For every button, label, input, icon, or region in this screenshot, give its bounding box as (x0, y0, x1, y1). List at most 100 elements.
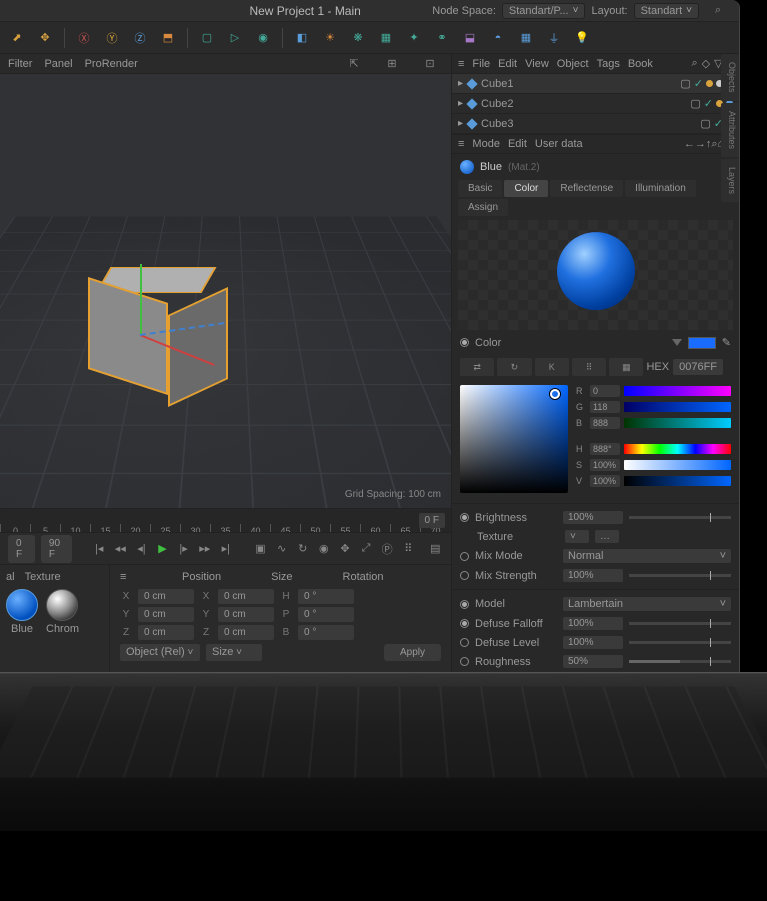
hamburger2-icon[interactable]: ≡ (458, 138, 464, 150)
s-slider[interactable] (624, 460, 731, 470)
tab-illumination[interactable]: Illumination (625, 180, 696, 197)
vp-opt3-icon[interactable]: ⊡ (417, 51, 443, 77)
play-button-icon[interactable]: ▶ (155, 539, 170, 559)
menu-panel[interactable]: Panel (44, 58, 72, 70)
axis-y-icon[interactable]: Ⓨ (99, 25, 125, 51)
b-slider[interactable] (624, 418, 731, 428)
goto-end-icon[interactable]: ▸| (218, 539, 233, 559)
prim-tag-icon[interactable]: ◓ (485, 25, 511, 51)
mixstr-radio[interactable] (460, 571, 469, 580)
material-blue[interactable]: Blue (6, 589, 38, 635)
tab-color[interactable]: Color (504, 180, 548, 197)
cmode5-icon[interactable]: ▦ (609, 358, 643, 376)
h-input[interactable]: 888° (590, 443, 620, 455)
roughness-input[interactable]: 50% (563, 655, 623, 668)
tab-basic[interactable]: Basic (458, 180, 502, 197)
rm-book[interactable]: Book (628, 58, 653, 70)
mixmode-radio[interactable] (460, 552, 469, 561)
am-userdata[interactable]: User data (535, 138, 583, 150)
falloff-slider[interactable] (629, 622, 731, 625)
hex-input[interactable]: 0076FF (673, 359, 723, 375)
size-mode-dropdown[interactable]: Size ˅ (206, 644, 262, 661)
frame-start-input[interactable]: 0 F (8, 535, 35, 563)
color-tri-icon[interactable] (672, 339, 682, 346)
cmode2-icon[interactable]: ↻ (497, 358, 531, 376)
prim-array-icon[interactable]: ▦ (373, 25, 399, 51)
eyedropper-icon[interactable]: ✎ (722, 336, 731, 349)
menu-prorender[interactable]: ProRender (85, 58, 138, 70)
falloff-input[interactable]: 100% (563, 617, 623, 630)
dlevel-slider[interactable] (629, 641, 731, 644)
search-icon[interactable]: ⌕ (691, 57, 697, 70)
object-cube2[interactable]: ▸ Cube2▢✓ (452, 94, 739, 114)
viewport-3d[interactable]: Grid Spacing: 100 cm (0, 74, 451, 508)
pos-x-input[interactable]: 0 cm (138, 589, 194, 604)
sidetab-attributes[interactable]: Attributes (721, 103, 739, 157)
prim-link-icon[interactable]: ⚭ (429, 25, 455, 51)
v-input[interactable]: 100% (590, 475, 620, 487)
prim-light-icon[interactable]: ☀ (317, 25, 343, 51)
prim-split-icon[interactable]: ⬓ (457, 25, 483, 51)
autokey-icon[interactable]: ∿ (274, 539, 289, 559)
r-input[interactable]: 0 (590, 385, 620, 397)
next-key-icon[interactable]: ▸▸ (197, 539, 212, 559)
nav-fwd-icon[interactable]: → (695, 138, 706, 150)
rm-object[interactable]: Object (557, 58, 589, 70)
object-rel-dropdown[interactable]: Object (Rel) ˅ (120, 644, 200, 661)
sidetab-layers[interactable]: Layers (721, 159, 739, 202)
nodespace-dropdown[interactable]: Standart/P... ˅ (502, 3, 586, 19)
mat-tab-texture[interactable]: Texture (25, 571, 61, 583)
prim-cube-icon[interactable]: ◧ (289, 25, 315, 51)
size-z-input[interactable]: 0 cm (218, 625, 274, 640)
key-pos-icon[interactable]: ✥ (337, 539, 352, 559)
object-cube3[interactable]: ▸ Cube3▢✓ (452, 114, 739, 134)
timeline-ruler[interactable]: 05 1015 2025 3035 4045 5055 6065 70 0 F (0, 508, 451, 532)
object-cube1[interactable]: ▸ Cube1▢✓ (452, 74, 739, 94)
loop-icon[interactable]: ↻ (295, 539, 310, 559)
key-all-icon[interactable]: ◉ (316, 539, 331, 559)
prev-key-icon[interactable]: ◂◂ (113, 539, 128, 559)
frame-end-input[interactable]: 90 F (41, 535, 72, 563)
apply-button[interactable]: Apply (384, 644, 441, 661)
cmode1-icon[interactable]: ⇄ (460, 358, 494, 376)
vp-opt2-icon[interactable]: ⊞ (379, 51, 405, 77)
prim-grid-icon[interactable]: ▦ (513, 25, 539, 51)
gizmo-icon[interactable]: ⬒ (155, 25, 181, 51)
tab-reflectense[interactable]: Reflectense (550, 180, 623, 197)
cmode3-icon[interactable]: K (535, 358, 569, 376)
h-slider[interactable] (624, 444, 731, 454)
mixstr-input[interactable]: 100% (563, 569, 623, 582)
tool-move-icon[interactable]: ✥ (32, 25, 58, 51)
prim-bulb-icon[interactable]: 💡 (569, 25, 595, 51)
play-back-icon[interactable]: ▢ (194, 25, 220, 51)
g-input[interactable]: 118 (590, 401, 620, 413)
next-frame-icon[interactable]: |▸ (176, 539, 191, 559)
pos-y-input[interactable]: 0 cm (138, 607, 194, 622)
mat-tab-al[interactable]: al (6, 571, 15, 583)
am-edit[interactable]: Edit (508, 138, 527, 150)
texture-opts[interactable]: … (595, 530, 619, 543)
material-chrom[interactable]: Chrom (46, 589, 79, 635)
v-slider[interactable] (624, 476, 731, 486)
pos-z-input[interactable]: 0 cm (138, 625, 194, 640)
mixstr-slider[interactable] (629, 574, 731, 577)
key-rot-icon[interactable]: Ⓟ (380, 539, 395, 559)
brightness-slider[interactable] (629, 516, 731, 519)
color-swatch[interactable] (688, 337, 716, 349)
size-x-input[interactable]: 0 cm (218, 589, 274, 604)
cube-object[interactable] (88, 276, 198, 386)
model-dropdown[interactable]: Lambertain ˅ (563, 597, 731, 611)
layout-dropdown[interactable]: Standart ˅ (634, 3, 699, 19)
brightness-radio[interactable] (460, 513, 469, 522)
roughness-radio[interactable] (460, 657, 469, 666)
rm-edit[interactable]: Edit (498, 58, 517, 70)
play-fwd-icon[interactable]: ◉ (250, 25, 276, 51)
vp-opt1-icon[interactable]: ⇱ (341, 51, 367, 77)
key-opt-icon[interactable]: ⠿ (401, 539, 416, 559)
nav-back-icon[interactable]: ← (684, 138, 695, 150)
size-y-input[interactable]: 0 cm (218, 607, 274, 622)
g-slider[interactable] (624, 402, 731, 412)
model-radio[interactable] (460, 600, 469, 609)
dlevel-radio[interactable] (460, 638, 469, 647)
roughness-slider[interactable] (629, 660, 731, 663)
